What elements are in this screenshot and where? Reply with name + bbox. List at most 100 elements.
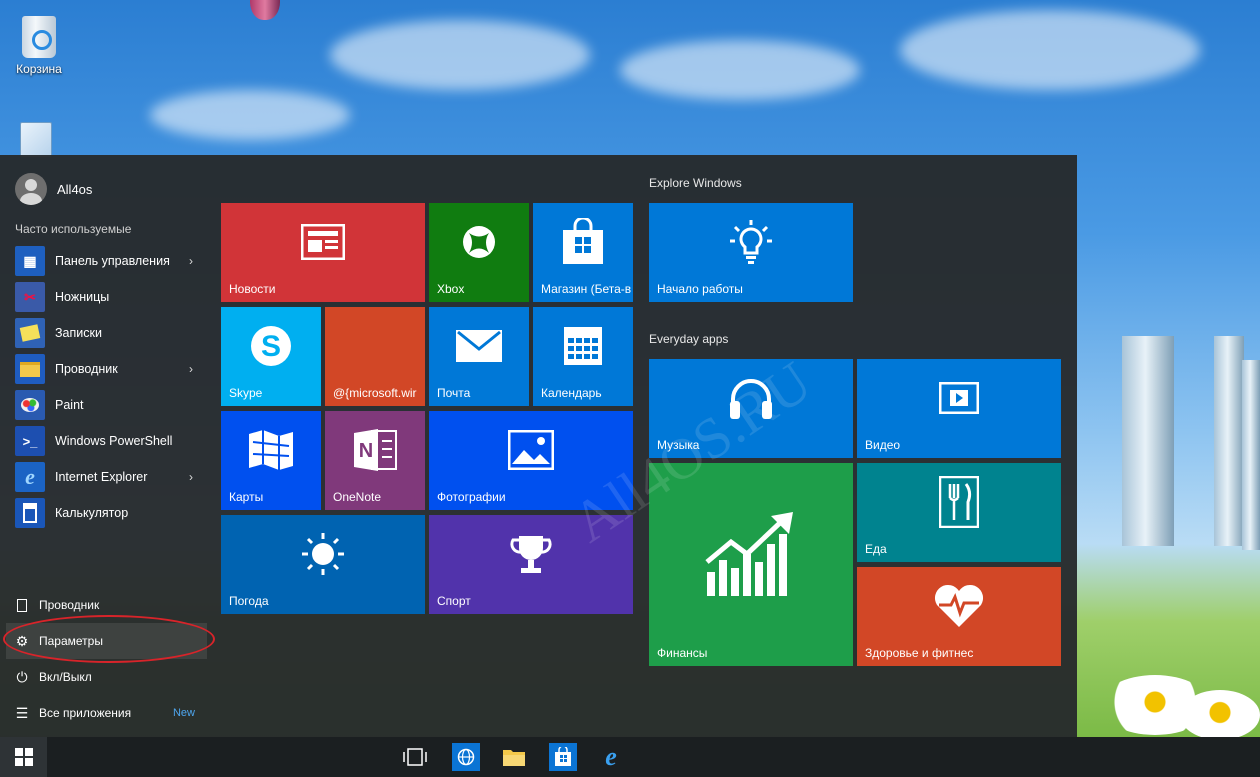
building [1122, 336, 1174, 546]
tile-label: Почта [437, 386, 471, 400]
paint-icon [15, 390, 45, 420]
tile-label: Новости [229, 282, 276, 296]
calendar-icon [533, 307, 633, 384]
taskbar-internet-explorer[interactable]: e [597, 743, 625, 771]
balloon [250, 0, 280, 20]
app-item-powershell[interactable]: >_ Windows PowerShell [0, 423, 205, 459]
news-icon [221, 203, 425, 280]
tile-getting-started[interactable]: Начало работы [649, 203, 853, 302]
recycle-bin-shortcut[interactable]: Корзина [4, 16, 74, 76]
explore-windows-heading: Explore Windows [649, 176, 742, 190]
power-label: Вкл/Выкл [39, 670, 92, 684]
chevron-right-icon[interactable]: › [189, 470, 193, 484]
explorer-label: Проводник [39, 598, 100, 612]
daisy [1180, 690, 1260, 740]
cloud [620, 40, 860, 100]
control-panel-icon: ▦ [15, 246, 45, 276]
app-label: Windows PowerShell [55, 434, 173, 448]
tile-mail-account[interactable]: @{microsoft.wir [325, 307, 425, 406]
taskbar-store[interactable] [549, 743, 577, 771]
tile-weather[interactable]: Погода [221, 515, 425, 614]
tile-xbox[interactable]: Xbox [429, 203, 529, 302]
tile-music[interactable]: Музыка [649, 359, 853, 458]
folder-icon [503, 750, 525, 766]
user-account[interactable]: All4os [15, 173, 92, 205]
app-item-file-explorer[interactable]: Проводник › [0, 351, 205, 387]
tile-video[interactable]: Видео [857, 359, 1061, 458]
tile-label: Спорт [437, 594, 471, 608]
control-panel-desktop-icon[interactable] [20, 122, 52, 158]
globe-icon [457, 748, 475, 766]
windows-start-icon [14, 748, 33, 766]
all-apps-label: Все приложения [39, 706, 132, 720]
tile-food[interactable]: Еда [857, 463, 1061, 562]
tile-label: Начало работы [657, 282, 743, 296]
tile-label: @{microsoft.wir [333, 386, 417, 400]
tile-skype[interactable]: S Skype [221, 307, 321, 406]
building [1242, 360, 1260, 550]
taskbar-globe[interactable] [452, 743, 480, 771]
taskbar: e [0, 737, 1260, 777]
recycle-bin-label: Корзина [16, 62, 62, 76]
tile-finance[interactable]: Финансы [649, 463, 853, 666]
tile-label: Календарь [541, 386, 602, 400]
app-item-control-panel[interactable]: ▦ Панель управления › [0, 243, 205, 279]
finance-chart-icon [649, 463, 853, 644]
heart-pulse-icon [857, 567, 1061, 644]
tile-calendar[interactable]: Календарь [533, 307, 633, 406]
app-label: Проводник [55, 362, 118, 376]
app-label: Записки [55, 326, 102, 340]
everyday-apps-heading: Everyday apps [649, 332, 729, 346]
calculator-icon [15, 498, 45, 528]
tile-photos[interactable]: Фотографии [429, 411, 633, 510]
powershell-icon: >_ [15, 426, 45, 456]
tile-maps[interactable]: Карты [221, 411, 321, 510]
tile-label: Магазин (Бета-в [541, 282, 632, 296]
tile-news[interactable]: Новости [221, 203, 425, 302]
photos-icon [429, 411, 633, 488]
snipping-tool-icon: ✂ [15, 282, 45, 312]
user-avatar-icon [15, 173, 47, 205]
file-explorer-icon [15, 354, 45, 384]
sticky-notes-icon [15, 318, 45, 348]
svg-text:S: S [261, 330, 281, 363]
building [1214, 336, 1244, 546]
taskbar-file-explorer[interactable] [500, 743, 528, 771]
tile-label: OneNote [333, 490, 382, 504]
all-apps-link[interactable]: ☰ Все приложения New [0, 695, 215, 731]
app-label: Панель управления [55, 254, 170, 268]
app-item-paint[interactable]: Paint [0, 387, 205, 423]
tile-label: Skype [229, 386, 263, 400]
tile-onenote[interactable]: N OneNote [325, 411, 425, 510]
tile-health-fitness[interactable]: Здоровье и фитнес [857, 567, 1061, 666]
task-view-icon [403, 748, 427, 766]
user-name: All4os [57, 181, 93, 197]
tile-label: Карты [229, 490, 264, 504]
app-item-snipping-tool[interactable]: ✂ Ножницы [0, 279, 205, 315]
task-view-button[interactable] [401, 743, 429, 771]
skype-icon: S [221, 307, 321, 384]
cloud [900, 10, 1200, 90]
cloud [150, 90, 350, 140]
store-icon [533, 203, 633, 280]
headphones-icon [649, 359, 853, 436]
tile-store[interactable]: Магазин (Бета-в [533, 203, 633, 302]
list-icon: ☰ [15, 704, 29, 721]
tile-mail[interactable]: Почта [429, 307, 529, 406]
start-button[interactable] [0, 737, 47, 777]
maps-icon [221, 411, 321, 488]
tile-sport[interactable]: Спорт [429, 515, 633, 614]
app-item-calculator[interactable]: Калькулятор [0, 495, 205, 531]
tile-label: Фотографии [437, 490, 506, 504]
chevron-right-icon[interactable]: › [189, 362, 193, 376]
internet-explorer-icon: e [15, 462, 45, 492]
app-item-sticky-notes[interactable]: Записки [0, 315, 205, 351]
mail-icon [429, 307, 529, 384]
store-icon [555, 747, 571, 766]
tile-label: Xbox [437, 282, 465, 296]
sun-icon [221, 515, 425, 592]
chevron-right-icon[interactable]: › [189, 254, 193, 268]
app-item-internet-explorer[interactable]: e Internet Explorer › [0, 459, 205, 495]
power-button[interactable]: ⏻ Вкл/Выкл [0, 659, 215, 695]
document-icon [14, 597, 30, 613]
